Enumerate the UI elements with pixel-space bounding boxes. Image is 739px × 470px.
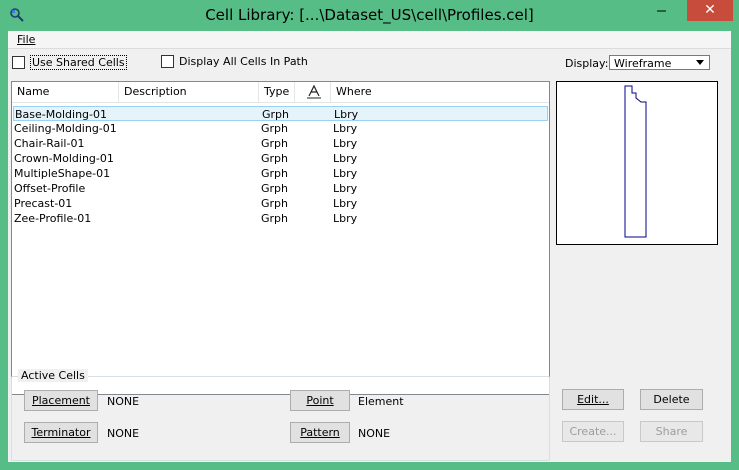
cell-type: Grph: [262, 108, 290, 121]
cell-where: Lbry: [333, 167, 358, 180]
title-bar[interactable]: Cell Library: [...\Dataset_US\cell\Profi…: [0, 0, 739, 31]
annotation-scale-icon: [307, 84, 321, 99]
cell-name: Chair-Rail-01: [14, 137, 85, 150]
cell-list[interactable]: Name Description Type Where Base-Molding…: [11, 81, 550, 395]
cell-where: Lbry: [333, 182, 358, 195]
column-header-annotation[interactable]: [295, 82, 331, 102]
use-shared-cells-checkbox-box[interactable]: [12, 56, 25, 69]
cell-type: Grph: [261, 137, 289, 150]
cell-type: Grph: [261, 212, 289, 225]
cell-name: MultipleShape-01: [14, 167, 111, 180]
table-row[interactable]: Base-Molding-01 Grph Lbry: [13, 106, 548, 121]
cell-list-header: Name Description Type Where: [12, 82, 549, 103]
cell-where: Lbry: [333, 212, 358, 225]
display-label: Display:: [565, 57, 609, 70]
dialog-body: File Use Shared Cells Display All Cells …: [8, 31, 731, 462]
chevron-down-icon: [696, 60, 704, 65]
point-value: Element: [358, 395, 404, 408]
cell-where: Lbry: [333, 137, 358, 150]
cell-name: Zee-Profile-01: [14, 212, 92, 225]
window-title: Cell Library: [...\Dataset_US\cell\Profi…: [205, 6, 534, 24]
table-row[interactable]: MultipleShape-01 Grph Lbry: [13, 166, 548, 181]
display-all-cells-checkbox[interactable]: Display All Cells In Path: [161, 55, 308, 68]
point-button[interactable]: Point: [290, 390, 350, 411]
cell-where: Lbry: [333, 197, 358, 210]
pattern-button[interactable]: Pattern: [290, 422, 350, 443]
cell-type: Grph: [261, 197, 289, 210]
placement-value: NONE: [107, 395, 140, 408]
table-row[interactable]: Offset-Profile Grph Lbry: [13, 181, 548, 196]
edit-button[interactable]: Edit...: [562, 389, 624, 410]
use-shared-cells-checkbox[interactable]: Use Shared Cells: [12, 55, 127, 70]
cell-type: Grph: [261, 122, 289, 135]
close-button[interactable]: ✕: [687, 0, 733, 21]
table-row[interactable]: Zee-Profile-01 Grph Lbry: [13, 211, 548, 226]
share-button: Share: [640, 421, 703, 442]
table-row[interactable]: Crown-Molding-01 Grph Lbry: [13, 151, 548, 166]
minimize-icon: [657, 10, 666, 12]
terminator-button[interactable]: Terminator: [24, 422, 98, 443]
column-header-description[interactable]: Description: [119, 82, 259, 102]
table-row[interactable]: Precast-01 Grph Lbry: [13, 196, 548, 211]
cell-preview: [556, 81, 718, 245]
column-header-type[interactable]: Type: [259, 82, 295, 102]
active-cells-group: Active Cells Placement NONE Terminator N…: [11, 369, 550, 461]
cell-type: Grph: [261, 167, 289, 180]
cell-library-window: Cell Library: [...\Dataset_US\cell\Profi…: [0, 0, 739, 470]
cell-where: Lbry: [333, 122, 358, 135]
use-shared-cells-label: Use Shared Cells: [30, 55, 127, 70]
menu-file[interactable]: File: [17, 33, 35, 46]
cell-name: Crown-Molding-01: [14, 152, 114, 165]
table-row[interactable]: Ceiling-Molding-01 Grph Lbry: [13, 121, 548, 136]
menu-bar: File: [8, 31, 731, 49]
display-all-cells-label: Display All Cells In Path: [179, 55, 308, 68]
display-mode-select[interactable]: Wireframe: [609, 55, 710, 70]
active-cells-title: Active Cells: [18, 369, 88, 382]
placement-button[interactable]: Placement: [24, 390, 98, 411]
cell-name: Base-Molding-01: [15, 108, 107, 121]
delete-button[interactable]: Delete: [640, 389, 703, 410]
profile-preview-drawing: [624, 85, 647, 238]
pattern-value: NONE: [358, 427, 391, 440]
cell-name: Precast-01: [14, 197, 73, 210]
cell-where: Lbry: [333, 152, 358, 165]
table-row[interactable]: Chair-Rail-01 Grph Lbry: [13, 136, 548, 151]
cell-where: Lbry: [334, 108, 359, 121]
display-mode-value: Wireframe: [614, 57, 672, 70]
column-header-where[interactable]: Where: [331, 82, 549, 102]
cell-name: Ceiling-Molding-01: [14, 122, 117, 135]
create-button: Create...: [562, 421, 624, 442]
minimize-button[interactable]: [648, 0, 675, 21]
cell-type: Grph: [261, 152, 289, 165]
column-header-name[interactable]: Name: [12, 82, 119, 102]
terminator-value: NONE: [107, 427, 140, 440]
display-all-cells-checkbox-box[interactable]: [161, 55, 174, 68]
cell-name: Offset-Profile: [14, 182, 86, 195]
cell-type: Grph: [261, 182, 289, 195]
